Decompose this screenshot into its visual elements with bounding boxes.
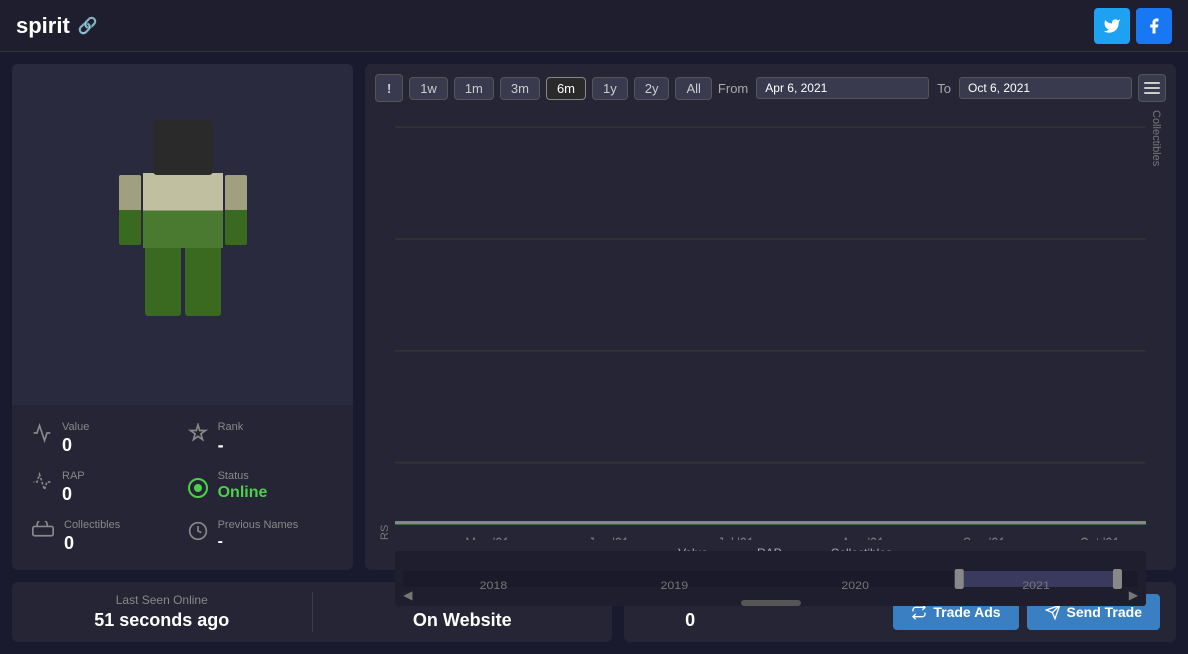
header: spirit 🔗 [0, 0, 1188, 52]
last-seen-label: Last Seen Online [116, 593, 208, 607]
char-leg-right [185, 246, 221, 316]
rank-icon [188, 423, 208, 448]
svg-text:Jul '21: Jul '21 [718, 534, 754, 540]
last-seen-value: 51 seconds ago [94, 610, 229, 631]
last-seen-stat: Last Seen Online 51 seconds ago [12, 582, 312, 642]
svg-text:Jun '21: Jun '21 [589, 534, 630, 540]
chart-info-button[interactable]: ! [375, 74, 403, 102]
time-btn-3m[interactable]: 3m [500, 77, 540, 100]
svg-text:Oct '21: Oct '21 [1080, 534, 1120, 540]
svg-text:2019: 2019 [661, 579, 689, 591]
svg-text:Aug '21: Aug '21 [842, 534, 885, 540]
timeline-scrollbar[interactable] [741, 600, 801, 606]
time-btn-1w[interactable]: 1w [409, 77, 448, 100]
from-date-input[interactable] [756, 77, 929, 99]
left-panel: Value 0 Rank - [12, 64, 353, 570]
svg-text:Sep '21: Sep '21 [963, 534, 1006, 540]
status-icon [188, 472, 208, 498]
to-date-input[interactable] [959, 77, 1132, 99]
date-range: From To [718, 77, 1132, 99]
char-legs [145, 246, 221, 316]
chart-y-label: RS [375, 110, 395, 540]
stat-previous-names-info: Previous Names - [218, 519, 299, 551]
stat-previous-names: Previous Names - [188, 519, 334, 554]
avatar-section [12, 64, 353, 405]
chart-menu-button[interactable] [1138, 74, 1166, 102]
trade-ads-icon [911, 604, 927, 620]
stat-value: Value 0 [32, 421, 178, 456]
stat-status-info: Status Online [218, 470, 268, 502]
location-value: On Website [413, 610, 512, 631]
rap-icon [32, 472, 52, 497]
stat-collectibles-info: Collectibles 0 [64, 519, 120, 554]
time-btn-all[interactable]: All [675, 77, 711, 100]
stat-rank: Rank - [188, 421, 334, 456]
chart-main: 3 2 1 0 May '21 Jun '21 Jul '21 Aug '21 … [395, 110, 1146, 540]
char-arm-right [225, 175, 247, 245]
facebook-button[interactable] [1136, 8, 1172, 44]
stat-rank-info: Rank - [218, 421, 244, 456]
from-label: From [718, 81, 748, 96]
stat-collectibles: Collectibles 0 [32, 519, 178, 554]
chart-svg: 3 2 1 0 May '21 Jun '21 Jul '21 Aug '21 … [395, 110, 1146, 540]
char-arm-left [119, 175, 141, 245]
chart-controls: ! 1w 1m 3m 6m 1y 2y All From To [375, 74, 1166, 102]
timeline: 2018 2019 2020 2021 ◀ ▶ [395, 551, 1146, 606]
avatar [103, 120, 263, 350]
char-leg-left [145, 246, 181, 316]
send-trade-icon [1045, 604, 1061, 620]
stat-value-info: Value 0 [62, 421, 89, 456]
link-icon[interactable]: 🔗 [78, 16, 98, 36]
collectibles-icon [32, 521, 54, 542]
stat-status: Status Online [188, 470, 334, 505]
trade-ads-value: 0 [685, 610, 695, 631]
main-content: Value 0 Rank - [0, 52, 1188, 582]
stat-rap: RAP 0 [32, 470, 178, 505]
time-btn-1y[interactable]: 1y [592, 77, 628, 100]
time-btn-1m[interactable]: 1m [454, 77, 494, 100]
timeline-left-arrow[interactable]: ◀ [403, 588, 412, 602]
svg-text:2021: 2021 [1022, 579, 1050, 591]
header-left: spirit 🔗 [16, 13, 98, 39]
time-btn-6m[interactable]: 6m [546, 77, 586, 100]
stat-rap-info: RAP 0 [62, 470, 85, 505]
previous-names-icon [188, 521, 208, 546]
svg-text:2018: 2018 [480, 579, 508, 591]
social-buttons [1094, 8, 1172, 44]
timeline-svg: 2018 2019 2020 2021 [403, 563, 1138, 595]
timeline-right-arrow[interactable]: ▶ [1129, 588, 1138, 602]
chart-area: RS 3 2 1 0 May '21 Jun '21 [375, 110, 1166, 540]
char-torso [143, 173, 223, 248]
right-panel: ! 1w 1m 3m 6m 1y 2y All From To [365, 64, 1176, 570]
chart-right-label: Collectibles [1146, 110, 1166, 540]
twitter-button[interactable] [1094, 8, 1130, 44]
char-head [153, 120, 213, 175]
to-label: To [937, 81, 951, 96]
app-title: spirit [16, 13, 70, 39]
svg-text:2020: 2020 [842, 579, 870, 591]
stats-section: Value 0 Rank - [12, 405, 353, 570]
time-btn-2y[interactable]: 2y [634, 77, 670, 100]
svg-text:May '21: May '21 [466, 534, 510, 540]
value-icon [32, 423, 52, 448]
